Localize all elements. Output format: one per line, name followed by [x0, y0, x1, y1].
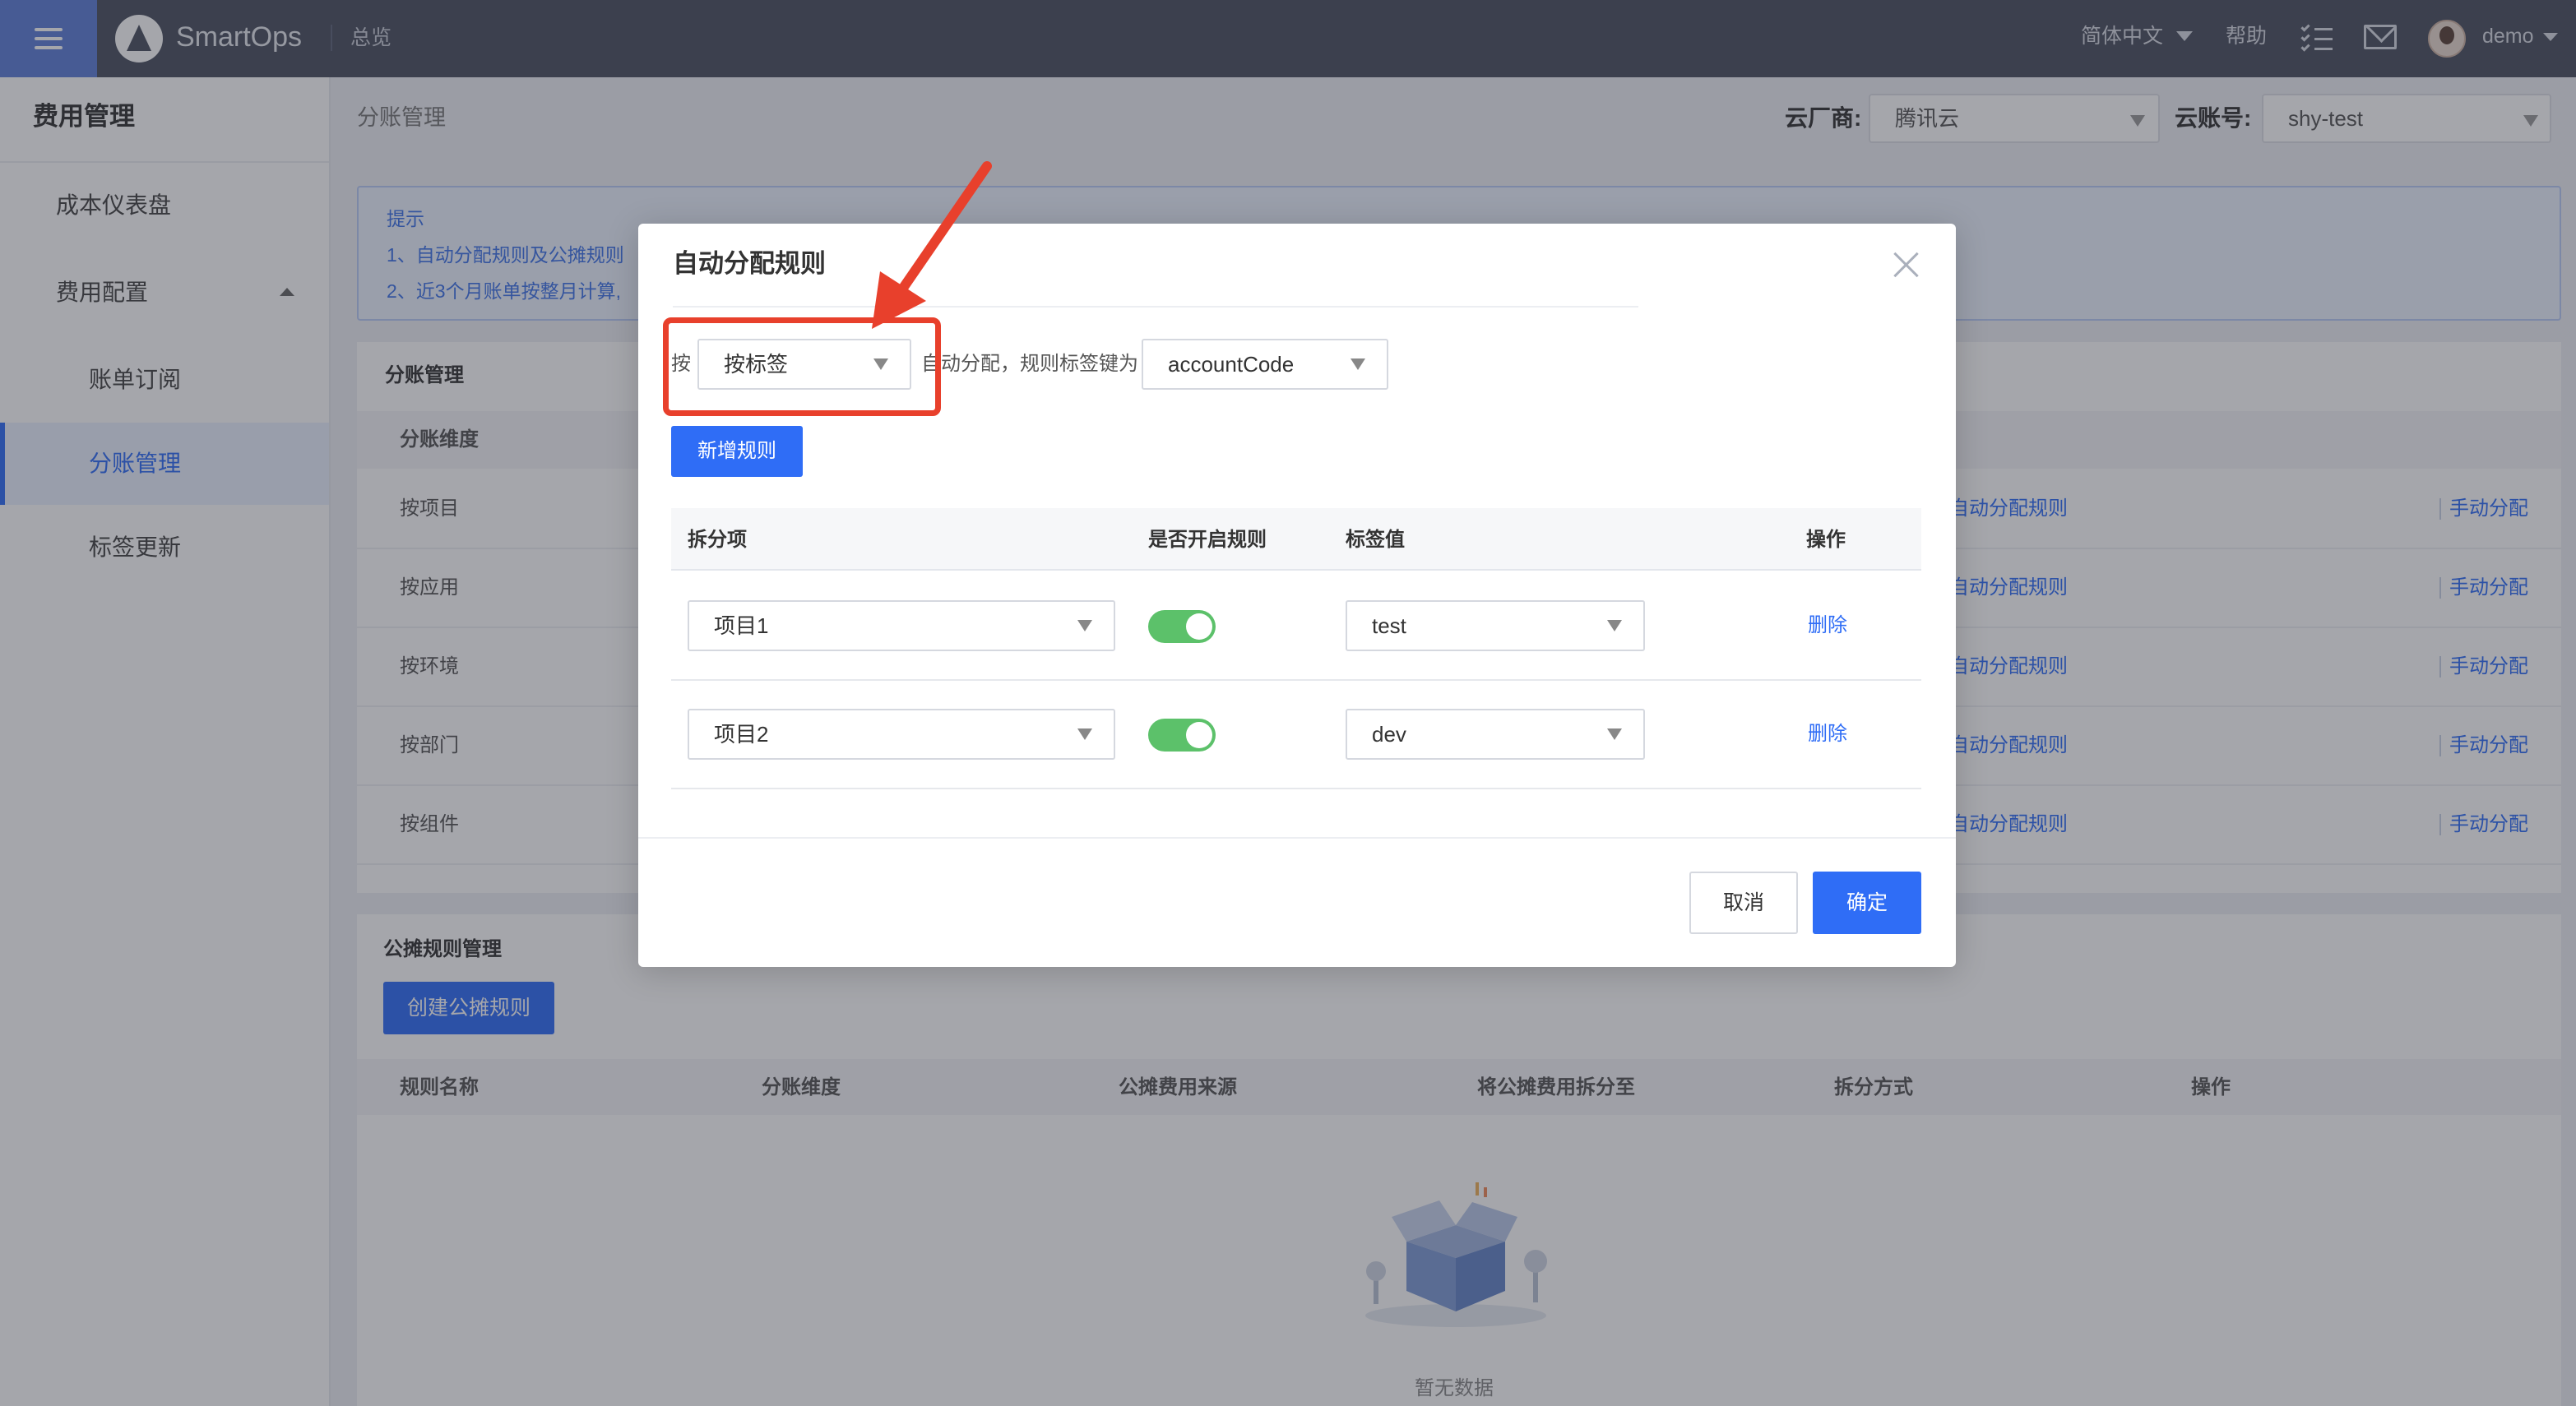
- column-header: 标签值: [1346, 529, 1405, 551]
- modal-footer-divider: [638, 837, 1956, 839]
- tag-value: dev: [1372, 722, 1406, 747]
- close-icon[interactable]: [1890, 248, 1923, 281]
- chevron-down-icon: [1607, 620, 1622, 631]
- column-header: 是否开启规则: [1148, 529, 1267, 551]
- table-row: 项目1 test 删除: [671, 572, 1921, 681]
- modal-divider: [673, 306, 1638, 308]
- chevron-down-icon: [1077, 728, 1092, 740]
- tag-key-value: accountCode: [1168, 352, 1295, 377]
- tag-value-select[interactable]: dev: [1346, 709, 1645, 760]
- cancel-button[interactable]: 取消: [1689, 872, 1798, 934]
- rule-table-header: 拆分项 是否开启规则 标签值 操作: [671, 508, 1921, 571]
- chevron-down-icon: [1077, 620, 1092, 631]
- column-header: 操作: [1806, 529, 1846, 551]
- delete-rule-link[interactable]: 删除: [1808, 720, 1847, 748]
- tag-value-select[interactable]: test: [1346, 600, 1645, 651]
- annotation-arrow-icon: [872, 161, 992, 329]
- rule-enabled-toggle[interactable]: [1148, 610, 1216, 643]
- rule-middle-text: 自动分配，规则标签键为: [921, 353, 1138, 375]
- tag-key-select[interactable]: accountCode: [1142, 339, 1388, 390]
- confirm-button[interactable]: 确定: [1813, 872, 1921, 934]
- split-item-value: 项目1: [714, 613, 769, 638]
- rule-enabled-toggle[interactable]: [1148, 719, 1216, 752]
- split-item-select[interactable]: 项目2: [688, 709, 1115, 760]
- column-header: 拆分项: [688, 529, 747, 551]
- modal-title: 自动分配规则: [673, 249, 826, 278]
- add-rule-button[interactable]: 新增规则: [671, 426, 803, 477]
- tag-value: test: [1372, 613, 1406, 638]
- chevron-down-icon: [1607, 728, 1622, 740]
- split-item-select[interactable]: 项目1: [688, 600, 1115, 651]
- chevron-down-icon: [1351, 358, 1365, 370]
- delete-rule-link[interactable]: 删除: [1808, 612, 1847, 640]
- table-row: 项目2 dev 删除: [671, 681, 1921, 789]
- split-item-value: 项目2: [714, 722, 769, 747]
